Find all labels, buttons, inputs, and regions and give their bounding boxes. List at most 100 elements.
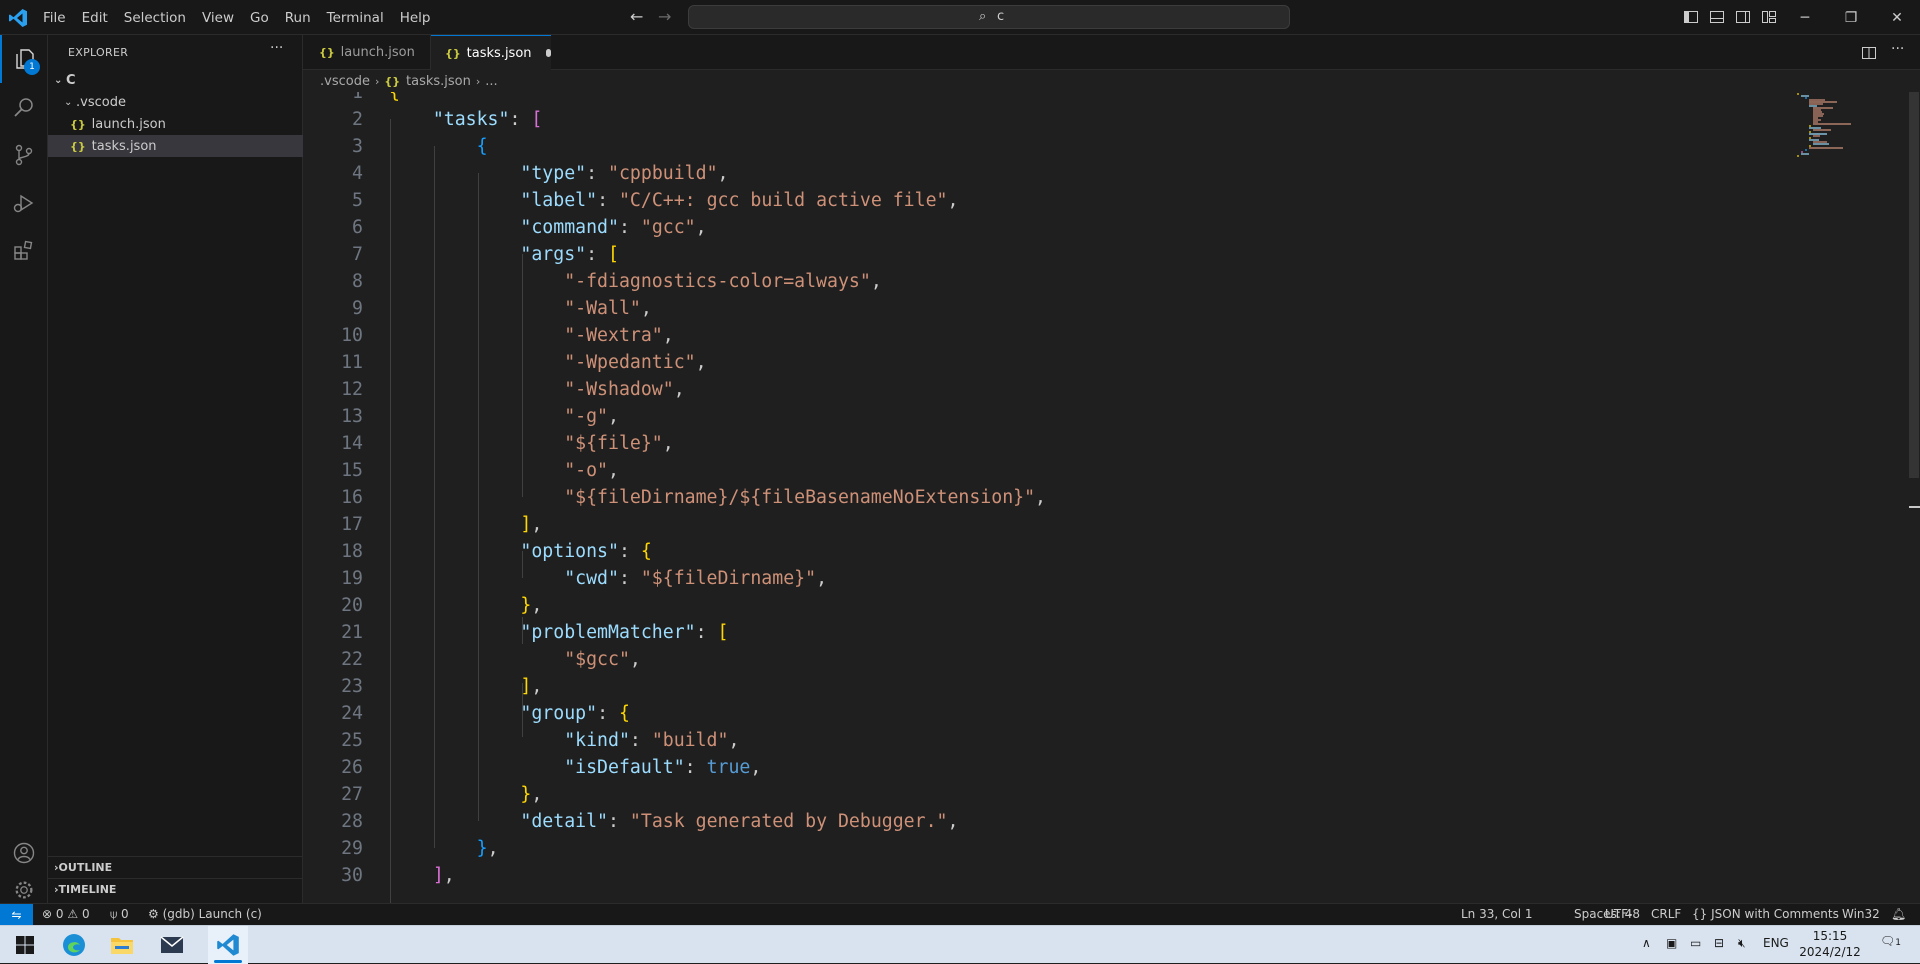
line-number: 22 <box>341 649 363 670</box>
breadcrumb-file[interactable]: tasks.json <box>406 74 471 89</box>
windows-start-icon[interactable] <box>5 930 45 960</box>
toggle-panel-icon[interactable] <box>1709 9 1725 25</box>
vscode-logo-icon[interactable] <box>8 8 28 28</box>
toggle-primary-sidebar-icon[interactable] <box>1683 9 1699 25</box>
toggle-secondary-sidebar-icon[interactable] <box>1735 9 1751 25</box>
command-center-search[interactable]: ⌕ c <box>688 5 1290 29</box>
menu-help[interactable]: Help <box>392 10 439 26</box>
timeline-section[interactable]: › TIMELINE <box>48 878 302 900</box>
notification-count: 1 <box>1895 938 1901 948</box>
line-number: 3 <box>352 136 363 157</box>
battery-tray-icon[interactable]: ▭ <box>1690 936 1701 950</box>
extensions-icon[interactable] <box>0 227 48 275</box>
line-number: 12 <box>341 379 363 400</box>
warning-icon: ⚠ <box>67 907 79 921</box>
line-number: 21 <box>341 622 363 643</box>
vscode-taskbar-icon[interactable] <box>208 930 248 960</box>
encoding[interactable]: UTF-8 <box>1605 907 1640 921</box>
customize-layout-icon[interactable] <box>1761 9 1777 25</box>
input-language[interactable]: ENG <box>1763 936 1789 950</box>
network-tray-icon[interactable]: ⊟ <box>1714 936 1724 950</box>
security-tray-icon[interactable]: ▣ <box>1666 936 1677 950</box>
platform[interactable]: Win32 <box>1842 907 1880 921</box>
tab-tasks-json[interactable]: {} tasks.json <box>431 35 551 70</box>
problems-indicator[interactable]: ⊗ 0 ⚠ 0 <box>42 907 90 921</box>
manage-gear-icon[interactable] <box>0 877 48 903</box>
accounts-icon[interactable] <box>0 829 48 877</box>
json-file-icon: {} <box>319 46 335 59</box>
breadcrumb-folder[interactable]: .vscode <box>320 74 370 89</box>
unsaved-dot-icon[interactable] <box>545 49 551 57</box>
line-ending[interactable]: CRLF <box>1651 907 1681 921</box>
notifications-bell-icon[interactable]: 🔔︎ <box>1891 907 1906 921</box>
language-label: JSON with Comments <box>1711 907 1839 921</box>
line-number: 29 <box>341 838 363 859</box>
scrollbar-thumb[interactable] <box>1909 92 1919 478</box>
file-explorer-icon[interactable] <box>102 930 142 960</box>
code-line: "$gcc", <box>564 649 641 670</box>
remote-indicator-icon[interactable]: ⇋ <box>0 904 33 925</box>
tree-folder-vscode[interactable]: ⌄ .vscode <box>48 91 318 113</box>
search-text: c <box>997 9 1005 24</box>
search-view-icon[interactable] <box>0 83 48 131</box>
vertical-scrollbar[interactable] <box>1907 92 1920 903</box>
tab-launch-json[interactable]: {} launch.json <box>303 35 431 70</box>
code-line: "problemMatcher": [ <box>520 622 729 643</box>
source-control-icon[interactable] <box>0 131 48 179</box>
language-mode[interactable]: {} JSON with Comments <box>1692 907 1839 921</box>
line-number: 10 <box>341 325 363 346</box>
minimap[interactable] <box>1793 92 1893 172</box>
menu-terminal[interactable]: Terminal <box>319 10 392 26</box>
forward-arrow-icon[interactable]: → <box>658 7 671 26</box>
search-icon: ⌕ <box>979 9 987 24</box>
debug-config-label: (gdb) Launch (c) <box>162 907 262 921</box>
line-number: 7 <box>352 244 363 265</box>
restore-button[interactable]: ❐ <box>1828 0 1874 35</box>
clock-date: 2024/2/12 <box>1799 945 1861 959</box>
breadcrumb-symbol[interactable]: ... <box>485 74 497 89</box>
back-arrow-icon[interactable]: ← <box>630 7 643 26</box>
code-line: "type": "cppbuild", <box>520 163 729 184</box>
outline-section[interactable]: › OUTLINE <box>48 856 302 878</box>
menu-bar: File Edit Selection View Go Run Terminal… <box>35 0 438 35</box>
notification-center-icon[interactable]: 🗨︎1 <box>1880 934 1901 948</box>
windows-taskbar: ∧ ▣ ▭ ⊟ 🔇︎ ENG 15:15 2024/2/12 🗨︎1 <box>0 925 1920 964</box>
edge-browser-icon[interactable] <box>54 930 94 960</box>
minimize-button[interactable]: ─ <box>1782 0 1828 35</box>
root-label: C <box>66 72 76 88</box>
cursor-position[interactable]: Ln 33, Col 1 <box>1461 907 1533 921</box>
menu-view[interactable]: View <box>194 10 242 26</box>
explorer-icon[interactable] <box>0 35 48 83</box>
code-line: "tasks": [ <box>432 109 543 130</box>
menu-edit[interactable]: Edit <box>74 10 116 26</box>
menu-selection[interactable]: Selection <box>116 10 194 26</box>
more-actions-icon[interactable]: ··· <box>270 40 283 56</box>
code-line: { <box>476 136 488 157</box>
tree-file-launch[interactable]: {} launch.json <box>48 113 324 135</box>
run-debug-icon[interactable] <box>0 179 48 227</box>
line-number: 18 <box>341 541 363 562</box>
more-actions-icon[interactable]: ··· <box>1891 41 1904 57</box>
menu-file[interactable]: File <box>35 10 74 26</box>
system-clock[interactable]: 15:15 2024/2/12 <box>1798 928 1862 960</box>
volume-muted-icon[interactable]: 🔇︎ <box>1738 936 1746 951</box>
code-line: }, <box>520 595 543 616</box>
split-editor-icon[interactable] <box>1861 45 1877 61</box>
ports-indicator[interactable]: ⍦ 0 <box>110 907 129 922</box>
line-number: 23 <box>341 676 363 697</box>
code-line: ], <box>432 865 455 886</box>
debug-launch-indicator[interactable]: ⚙ (gdb) Launch (c) <box>148 907 262 921</box>
menu-run[interactable]: Run <box>277 10 319 26</box>
line-number: 5 <box>352 190 363 211</box>
menu-go[interactable]: Go <box>242 10 277 26</box>
json-file-icon: {} <box>70 139 86 153</box>
line-number: 13 <box>341 406 363 427</box>
show-hidden-icons-chevron-icon[interactable]: ∧ <box>1642 936 1651 950</box>
code-editor[interactable]: 1 2 3 4 5 6 7 8 9 10 11 12 13 14 15 16 17 18 19 20 21 22 23 24 2… <box>303 92 1920 903</box>
folder-label: .vscode <box>76 94 126 110</box>
code-line: "-Wpedantic", <box>564 352 707 373</box>
mail-app-icon[interactable] <box>152 930 192 960</box>
tree-file-tasks[interactable]: {} tasks.json <box>48 135 324 157</box>
close-button[interactable]: ✕ <box>1874 0 1920 35</box>
tree-root[interactable]: ⌄ C <box>48 69 308 91</box>
